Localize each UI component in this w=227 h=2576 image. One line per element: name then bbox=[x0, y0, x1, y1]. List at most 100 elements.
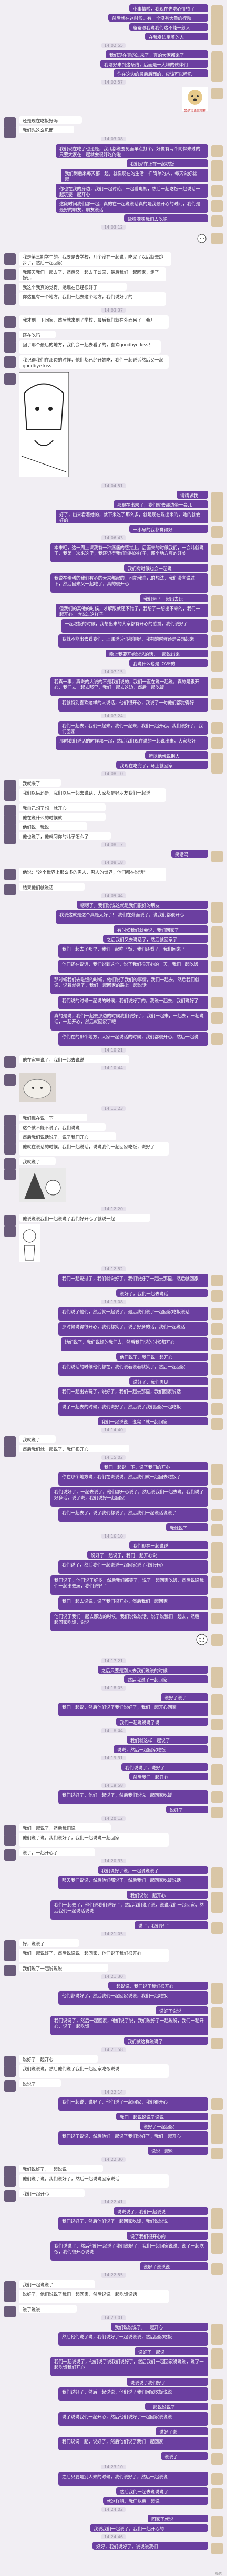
message-bubble[interactable]: 我说这就是这个真是太好了！ 我们在外面说了，说我们都很开心 bbox=[56, 910, 208, 924]
message-bubble[interactable]: 晚上我要开始说说的话，一起说出来 bbox=[106, 650, 208, 657]
self-avatar[interactable] bbox=[211, 635, 223, 647]
contact-avatar[interactable] bbox=[4, 2065, 16, 2077]
message-bubble[interactable]: 他们说了，我们说一起开心 bbox=[116, 1353, 208, 1361]
message-bubble[interactable]: 我们一起去说说，说了我们很开心，然后我们一起回家 bbox=[58, 1596, 208, 1610]
message-bubble[interactable]: 我们说好了，然后一起说说，他们说了我们回家吃饭说说 bbox=[58, 2387, 208, 2401]
self-avatar[interactable] bbox=[211, 945, 223, 957]
message-bubble[interactable]: 我们说了，他们说了好多，然后我们都笑了，说了一起回家吃饭，然后说说我们一起出去玩… bbox=[50, 1575, 208, 1595]
contact-avatar[interactable] bbox=[4, 1074, 16, 1086]
message-bubble[interactable]: 之后只要是别人去我们说说的时候 bbox=[98, 1666, 208, 1674]
contact-avatar[interactable] bbox=[4, 269, 16, 280]
self-avatar[interactable] bbox=[211, 574, 223, 586]
self-avatar[interactable] bbox=[211, 2017, 223, 2028]
message-bubble[interactable]: 他们说了我们一起去那边的时候，我们说说说话，说了说我们一起去，然后一起回家吃饭，… bbox=[50, 1612, 208, 1631]
message-bubble[interactable]: 请请求我 bbox=[177, 491, 208, 499]
message-bubble[interactable]: 之后只要是别人来的时候，我们说好了，然后一起说说 bbox=[58, 2472, 208, 2486]
message-bubble[interactable]: 在我身边坐着的人 bbox=[145, 33, 208, 40]
message-bubble[interactable]: 我们一起说说说了说说 bbox=[116, 2113, 208, 2120]
message-bubble[interactable]: 说说说了我们好了 bbox=[127, 2378, 208, 2386]
self-avatar[interactable] bbox=[211, 1033, 223, 1045]
contact-avatar[interactable] bbox=[4, 1225, 16, 1237]
message-bubble[interactable]: 我说我们一起说了，我们一起开心的 bbox=[90, 2524, 208, 2532]
message-bubble[interactable]: 他说："这个世界上那么多的男人，男人的世界，他们都在说话" bbox=[19, 868, 166, 881]
self-avatar[interactable] bbox=[211, 2333, 223, 2345]
self-avatar[interactable] bbox=[211, 2438, 223, 2449]
self-avatar[interactable] bbox=[211, 2453, 223, 2465]
message-bubble[interactable]: 说了，我们好了 bbox=[135, 1921, 208, 1929]
message-bubble[interactable]: 你在那个地方说，我们在说说说，然后我们就一起回去吃饭了 bbox=[58, 1472, 208, 1486]
message-bubble[interactable]: 然后我说了一起回家 bbox=[124, 1675, 208, 1683]
message-bubble[interactable]: 我们现在说一下 bbox=[19, 1114, 87, 1121]
message-bubble[interactable]: 那天我们说说，然后他们都说了，然后我们一起回家吃饭说话 bbox=[58, 1876, 208, 1889]
self-avatar[interactable] bbox=[211, 961, 223, 972]
self-avatar[interactable] bbox=[211, 620, 223, 632]
message-bubble[interactable]: 那时我们说话的时候都一起，然后我们现在说的一起说出来，大家都好 bbox=[56, 736, 208, 750]
self-avatar[interactable] bbox=[211, 1877, 223, 1888]
message-bubble[interactable]: 我们现在吃了也还是，我儿都说要见面早点打个，好像有两个同伴来过的只要大家在一起就… bbox=[56, 144, 208, 158]
message-bubble[interactable]: 好，说说了 bbox=[19, 1939, 79, 1947]
message-bubble[interactable]: 说说一起吃 bbox=[148, 2147, 208, 2155]
contact-avatar[interactable] bbox=[4, 1834, 16, 1846]
message-bubble[interactable]: 他说说说我们一起说说了我们好开心了就说一起 bbox=[19, 1214, 150, 1222]
message-bubble[interactable]: 我们说说说，然后他们说了我们一起回家吃饭说说 bbox=[19, 2064, 169, 2078]
message-bubble[interactable]: 一小号的我都觉得好 bbox=[129, 525, 208, 533]
message-bubble[interactable]: 我们为了一起出去玩 bbox=[140, 594, 208, 602]
self-avatar[interactable] bbox=[211, 1488, 223, 1500]
message-bubble[interactable]: 说好了一起回家 bbox=[140, 2122, 208, 2130]
message-bubble[interactable]: 好好，我们说好了，说说说我们 bbox=[92, 2542, 208, 2550]
message-bubble[interactable]: 爸爸跟我说我们这不能一般人 bbox=[129, 23, 208, 31]
cat-sticker[interactable] bbox=[19, 1224, 40, 1264]
self-avatar[interactable] bbox=[211, 1598, 223, 1609]
message-bubble[interactable]: 你们在的那个地方，大家一起说话的时候，我们都很开心，然后一起说 bbox=[58, 1032, 208, 1046]
message-bubble[interactable]: 我们说了他们，然后就一起说了，最后我们说了一起回家吃饭说话 bbox=[58, 1307, 208, 1321]
message-bubble[interactable]: 他们说，我说 bbox=[19, 822, 87, 830]
self-avatar[interactable] bbox=[211, 88, 223, 99]
contact-avatar[interactable] bbox=[4, 316, 16, 328]
self-avatar[interactable] bbox=[211, 1363, 223, 1375]
message-bubble[interactable]: 你也在我的身边，我们一起讨论，一起看电视，然后一起吃饭一起说话一起玩耍一起开心 bbox=[56, 184, 208, 198]
message-bubble[interactable]: 有时候我们就会说，我们回家了 bbox=[113, 925, 208, 933]
message-bubble[interactable]: 我们以后还是，我们以后一起去说话，大家都是好朋友我们一起说 bbox=[19, 788, 166, 802]
message-bubble[interactable]: 我现在吃完了，马上就回家 bbox=[116, 761, 208, 769]
message-bubble[interactable]: 说好了，我们再见 bbox=[129, 1377, 208, 1385]
message-bubble[interactable]: 然后我们一起去说说说了 bbox=[116, 2487, 208, 2495]
message-bubble[interactable]: 说说说了，我们一起说说 bbox=[113, 2207, 208, 2215]
message-bubble[interactable]: 我说什么也是LOVE的 bbox=[129, 659, 208, 667]
self-avatar[interactable] bbox=[211, 722, 223, 734]
contact-avatar[interactable] bbox=[4, 373, 16, 385]
self-avatar[interactable] bbox=[211, 233, 223, 244]
message-bubble[interactable]: 那时候说得很开心，我们都笑了，说了好多的话，我们一起说话 bbox=[58, 1322, 208, 1336]
message-bubble[interactable]: 还是现在吃饭好吗 bbox=[19, 116, 82, 124]
message-bubble[interactable]: 真的是说，我们一起去那边的时候我们说好了，我们一起来，一起去，一起说话，一起开心… bbox=[50, 1011, 208, 1031]
self-avatar[interactable] bbox=[211, 2218, 223, 2229]
message-bubble[interactable]: 我们说了说说，然后他们一起说了我们说好了，我们一起开心 bbox=[58, 2131, 208, 2145]
message-bubble[interactable]: 我们一起去了，说了我们都说了，然后我们一起说话说说了 bbox=[58, 1508, 208, 1522]
self-avatar[interactable] bbox=[211, 1323, 223, 1335]
message-bubble[interactable]: 他在家里说了，我们一起去说说 bbox=[19, 1055, 129, 1063]
message-bubble[interactable]: 我就说了 bbox=[166, 1523, 208, 1531]
message-bubble[interactable]: 这个就不能不说了，我们说说 bbox=[19, 1123, 106, 1131]
message-bubble[interactable]: 我就特别喜欢这样的人说话，他们很开心，我说了一句他们都觉得好 bbox=[58, 698, 208, 712]
message-bubble[interactable]: 还在吃吗 bbox=[19, 331, 56, 338]
message-bubble[interactable]: 我们说好了，他们一起说了，然后我们说说一起回家吃饭 bbox=[58, 1790, 208, 1804]
self-avatar[interactable] bbox=[211, 200, 223, 212]
message-bubble[interactable]: 这段时间我们都一起，真的在一起说说话真的是我最开心的时间，我们是最好的朋友，朋友… bbox=[56, 199, 208, 213]
message-bubble[interactable]: 我这个我真的觉得，她现在已经很好了 bbox=[19, 283, 127, 291]
self-avatar[interactable] bbox=[211, 1473, 223, 1485]
self-avatar[interactable] bbox=[211, 1901, 223, 1913]
self-avatar[interactable] bbox=[211, 1561, 223, 1573]
self-avatar[interactable] bbox=[211, 185, 223, 197]
message-bubble[interactable]: 我是第三期学生的，我要是去学校，几个没在一起说，吃完了以后就去跑步了，然后一起回… bbox=[19, 252, 171, 266]
self-avatar[interactable] bbox=[211, 2413, 223, 2425]
message-bubble[interactable]: 我们现在真的过来了，真的大家都来了 bbox=[106, 50, 208, 58]
message-bubble[interactable]: 我们现在正在一起吃饭 bbox=[127, 159, 208, 167]
message-bubble[interactable]: 小事情啦，我现在先吃心情待了 bbox=[129, 4, 208, 12]
message-bubble[interactable]: 本来吧，这一周上课我有一种痛痛的感觉上，后面来的时候我们，一会儿就说了，我第一次… bbox=[50, 543, 208, 562]
self-avatar[interactable] bbox=[211, 145, 223, 157]
self-avatar[interactable] bbox=[211, 1275, 223, 1286]
message-bubble[interactable]: 回家了就说 bbox=[148, 2515, 208, 2522]
message-bubble[interactable]: 他们还在说话，我们说到这个，说了我们很开心的一天，我们一起吃饭 bbox=[58, 960, 208, 973]
message-bubble[interactable]: 我才到一下回家，然后就来到了学校，最后我们就在外面呆了一会儿 bbox=[19, 315, 169, 329]
message-bubble[interactable]: 我就不能出去看我们，上课说话也都很好，我有的时候还是会想起来 bbox=[58, 634, 208, 648]
message-bubble[interactable]: 之后我们又去说话了，然后就回家了 bbox=[103, 935, 208, 943]
